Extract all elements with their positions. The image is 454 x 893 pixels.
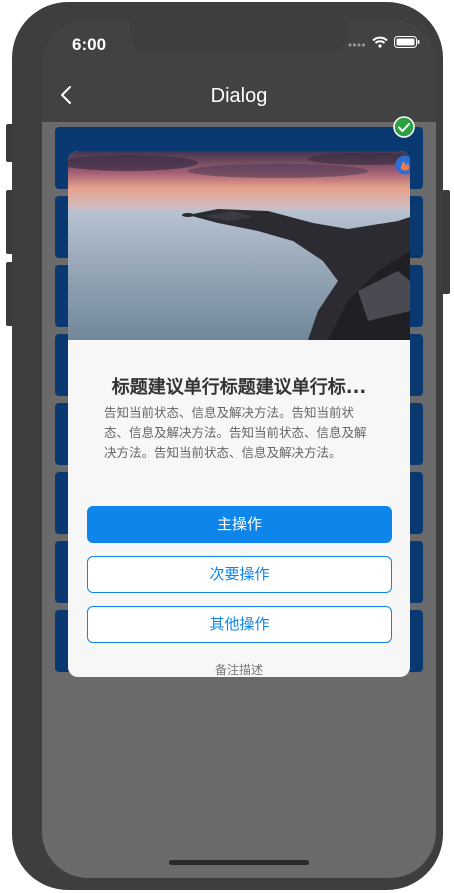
signal-icon [348, 43, 365, 47]
dialog-description: 告知当前状态、信息及解决方法。告知当前状态、信息及解决方法。告知当前状态、信息及… [104, 405, 367, 460]
screen: 6:00 Dialog 标题建议单行标题建议单行标... 告知当前状态、信息及解… [42, 20, 436, 878]
dialog: 标题建议单行标题建议单行标... 告知当前状态、信息及解决方法。告知当前状态、信… [68, 151, 410, 677]
power-button [442, 190, 450, 294]
battery-icon [394, 36, 420, 48]
phone-frame: 6:00 Dialog 标题建议单行标题建议单行标... 告知当前状态、信息及解… [12, 2, 443, 890]
status-bar: 6:00 [42, 20, 436, 68]
note-text: 备注描述 [214, 663, 263, 677]
hero-image [68, 151, 410, 340]
check-circle-icon [393, 116, 415, 138]
primary-action-button[interactable]: 主操作 [87, 506, 392, 543]
flame-badge-icon [395, 155, 410, 175]
other-action-button[interactable]: 其他操作 [87, 606, 392, 643]
notch [130, 20, 348, 54]
page-title: Dialog [210, 85, 268, 107]
dialog-title: 标题建议单行标题建议单行标... [111, 377, 367, 398]
secondary-action-button[interactable]: 次要操作 [87, 556, 392, 593]
status-icons [348, 36, 420, 48]
home-indicator [169, 860, 309, 865]
status-time: 6:00 [72, 35, 107, 54]
wifi-icon [372, 36, 388, 48]
navigation-bar: Dialog [42, 68, 436, 122]
